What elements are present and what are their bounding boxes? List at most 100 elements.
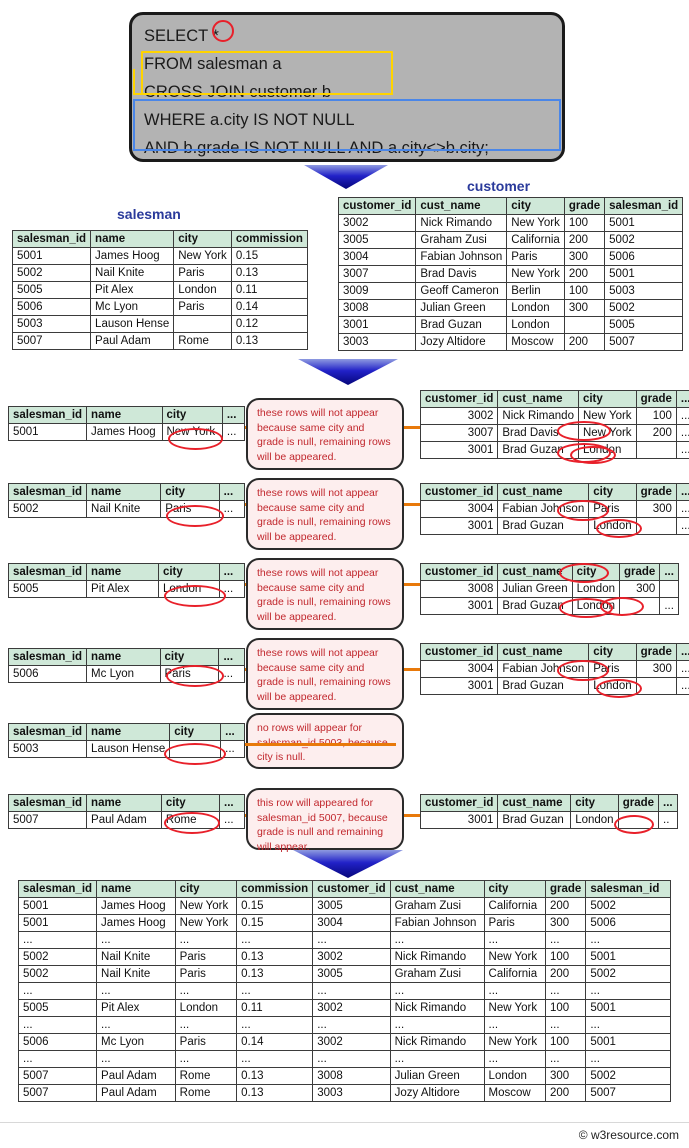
table-cell: James Hoog <box>96 914 176 932</box>
column-header: cust_name <box>497 390 579 408</box>
table-cell: 300 <box>544 914 587 932</box>
table-row: 3001 Brad Guzan London 5005 <box>337 316 684 334</box>
table-cell: 5007 <box>17 1067 98 1085</box>
table-row: 3001 Brad Guzan London .. <box>419 811 678 829</box>
table-cell: Julian Green <box>415 299 508 317</box>
table-cell <box>635 441 677 459</box>
column-header: city <box>577 390 637 408</box>
table-cell: Paul Adam <box>90 332 175 350</box>
table-cell <box>635 677 677 695</box>
table-cell: Paris <box>160 500 220 518</box>
table-cell: ... <box>218 665 245 683</box>
table-cell: New York <box>174 897 238 915</box>
table-cell: New York <box>483 948 546 966</box>
table-cell: ... <box>218 580 246 598</box>
table-cell: ... <box>544 1050 587 1068</box>
table-cell: ... <box>219 811 245 829</box>
table-cell <box>635 517 677 535</box>
connector-line <box>245 668 246 671</box>
table-cell: New York <box>483 999 546 1017</box>
table-row: 5002 Nail Knite Paris... <box>7 500 246 518</box>
table-cell: ... <box>236 1050 314 1068</box>
column-header: ... <box>219 794 245 812</box>
table-cell: Julian Green <box>389 1067 485 1085</box>
column-header: city <box>570 794 619 812</box>
table-cell: 100 <box>544 999 587 1017</box>
table-cell <box>618 597 661 615</box>
column-header: salesman_id <box>7 794 88 812</box>
column-header: city <box>160 483 220 501</box>
table-row: 3001Brad GuzanLondon ... <box>419 597 679 615</box>
table-cell: ... <box>585 1050 671 1068</box>
table-cell: Graham Zusi <box>415 231 508 249</box>
table-row: 3002Nick RimandoNew York100... <box>419 407 689 425</box>
table-row: 3004Fabian JohnsonParis300... <box>419 500 689 518</box>
table-cell: Fabian Johnson <box>389 914 485 932</box>
column-header: name <box>96 880 176 898</box>
table-cell: Graham Zusi <box>389 965 485 983</box>
table-row: 3008 Julian Green London 300 <box>419 580 679 598</box>
table-cell: ... <box>17 931 98 949</box>
table-cell: ... <box>389 982 485 1000</box>
table-cell: Nick Rimando <box>497 407 579 425</box>
column-header: ... <box>675 643 689 661</box>
block-2-note: these rows will not appear because same … <box>246 478 404 550</box>
block-6-note: this row will appeared for salesman_id 5… <box>246 788 404 853</box>
customer-title: customer <box>467 178 531 194</box>
table-cell: Rome <box>160 811 221 829</box>
table-cell: Jozy Altidore <box>389 1084 485 1102</box>
column-header: customer_id <box>312 880 391 898</box>
block-5-salesman-row-table: salesman_id name city... 5003 Lauson Hense .… <box>7 723 245 758</box>
table-cell: 3002 <box>312 1033 391 1051</box>
table-cell: 3003 <box>312 1084 391 1102</box>
table-cell: 5001 <box>604 214 684 232</box>
table-cell: 3004 <box>337 248 417 266</box>
table-cell: Pit Alex <box>96 999 176 1017</box>
column-header: grade <box>618 563 661 581</box>
table-cell: 100 <box>563 214 606 232</box>
column-header: customer_id <box>419 794 499 812</box>
table-cell: London <box>173 281 232 299</box>
table-cell: London <box>588 677 637 695</box>
table-cell: New York <box>506 265 565 283</box>
table-cell: London <box>483 1067 546 1085</box>
table-row: 3004Fabian JohnsonParis300... <box>419 660 689 678</box>
table-cell: 100 <box>544 948 587 966</box>
table-cell: 200 <box>635 424 677 442</box>
block-2-customer-rows-table: customer_idcust_namecitygrade...3004Fabi… <box>419 483 689 535</box>
table-cell: Nail Knite <box>86 500 162 518</box>
column-header: city <box>483 880 546 898</box>
table-cell: 300 <box>635 660 677 678</box>
table-cell: ... <box>483 1050 546 1068</box>
block-1-salesman-row-table: salesman_id name city... 5001 James Hoog New … <box>7 406 246 441</box>
column-header: salesman_id <box>7 563 88 581</box>
table-cell: Nick Rimando <box>389 999 485 1017</box>
table-row: 5006 Mc Lyon Paris... <box>7 665 245 683</box>
table-cell: 3002 <box>312 948 391 966</box>
column-header: grade <box>617 794 660 812</box>
column-header: customer_id <box>419 483 499 501</box>
table-cell: Rome <box>174 1067 238 1085</box>
table-row: 5002 Nail Knite Paris 0.13 <box>11 264 308 282</box>
connector-line <box>245 743 396 746</box>
column-header: salesman_id <box>11 230 92 248</box>
result-table: salesman_id name city commission customer_id… <box>17 880 671 1102</box>
sql-line-join: CROSS JOIN customer b <box>144 83 332 101</box>
table-cell: Mc Lyon <box>90 298 175 316</box>
table-cell: ... <box>483 982 546 1000</box>
table-cell: ... <box>544 1016 587 1034</box>
column-header: salesman_id <box>585 880 671 898</box>
table-row: 5005 Pit Alex London 0.11 <box>11 281 308 299</box>
column-header: city <box>169 723 222 741</box>
table-cell: Paul Adam <box>86 811 162 829</box>
table-cell: Paris <box>174 1033 238 1051</box>
table-cell: 5001 <box>585 1033 671 1051</box>
table-cell: 200 <box>544 897 587 915</box>
salesman-table: salesman_id name city commission 5001 James H… <box>11 230 308 350</box>
connector-line <box>404 583 420 586</box>
column-header: ... <box>218 563 246 581</box>
table-cell: Brad Guzan <box>497 677 590 695</box>
column-header: grade <box>563 197 606 215</box>
table-cell: Berlin <box>506 282 565 300</box>
connector-line <box>245 583 246 586</box>
